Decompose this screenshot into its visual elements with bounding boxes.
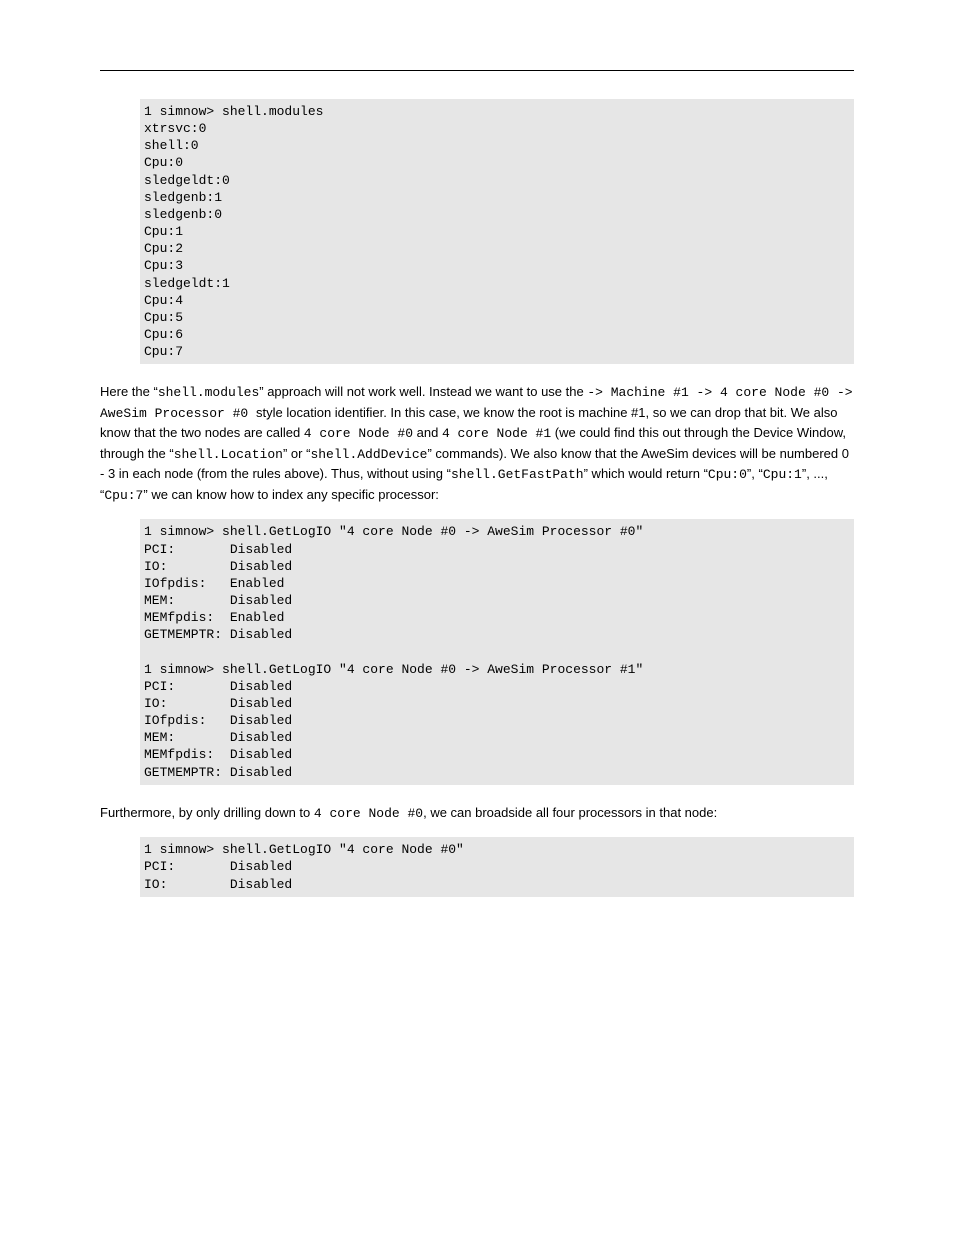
text: or xyxy=(287,446,306,461)
inline-code: shell.modules xyxy=(158,385,259,400)
code-block-3: 1 simnow> shell.GetLogIO "4 core Node #0… xyxy=(140,837,854,896)
code-block-1: 1 simnow> shell.modules xtrsvc:0 shell:0… xyxy=(140,99,854,364)
inline-code: 4 core Node #0 xyxy=(304,426,413,441)
inline-code: Cpu:0 xyxy=(708,467,747,482)
text: we can know how to index any specific pr… xyxy=(148,487,439,502)
text: Here the xyxy=(100,384,153,399)
inline-code: Cpu:1 xyxy=(763,467,802,482)
inline-code: shell.Location xyxy=(174,447,283,462)
inline-code: shell.GetFastPath xyxy=(451,467,584,482)
paragraph-2: Furthermore, by only drilling down to 4 … xyxy=(100,803,854,824)
text: , we can broadside all four processors i… xyxy=(423,805,717,820)
text: approach will not work well. Instead we … xyxy=(264,384,588,399)
code-block-2: 1 simnow> shell.GetLogIO "4 core Node #0… xyxy=(140,519,854,784)
text: Furthermore, by only drilling down to xyxy=(100,805,314,820)
text: , xyxy=(751,466,758,481)
text: , ..., xyxy=(806,466,828,481)
inline-code: 4 core Node #1 xyxy=(442,426,551,441)
inline-code: shell.AddDevice xyxy=(310,447,427,462)
paragraph-1: Here the “shell.modules” approach will n… xyxy=(100,382,854,505)
top-rule xyxy=(100,70,854,71)
text: which would return xyxy=(588,466,704,481)
text: and xyxy=(413,425,442,440)
inline-code: 4 core Node #0 xyxy=(314,806,423,821)
inline-code: Cpu:7 xyxy=(104,488,143,503)
